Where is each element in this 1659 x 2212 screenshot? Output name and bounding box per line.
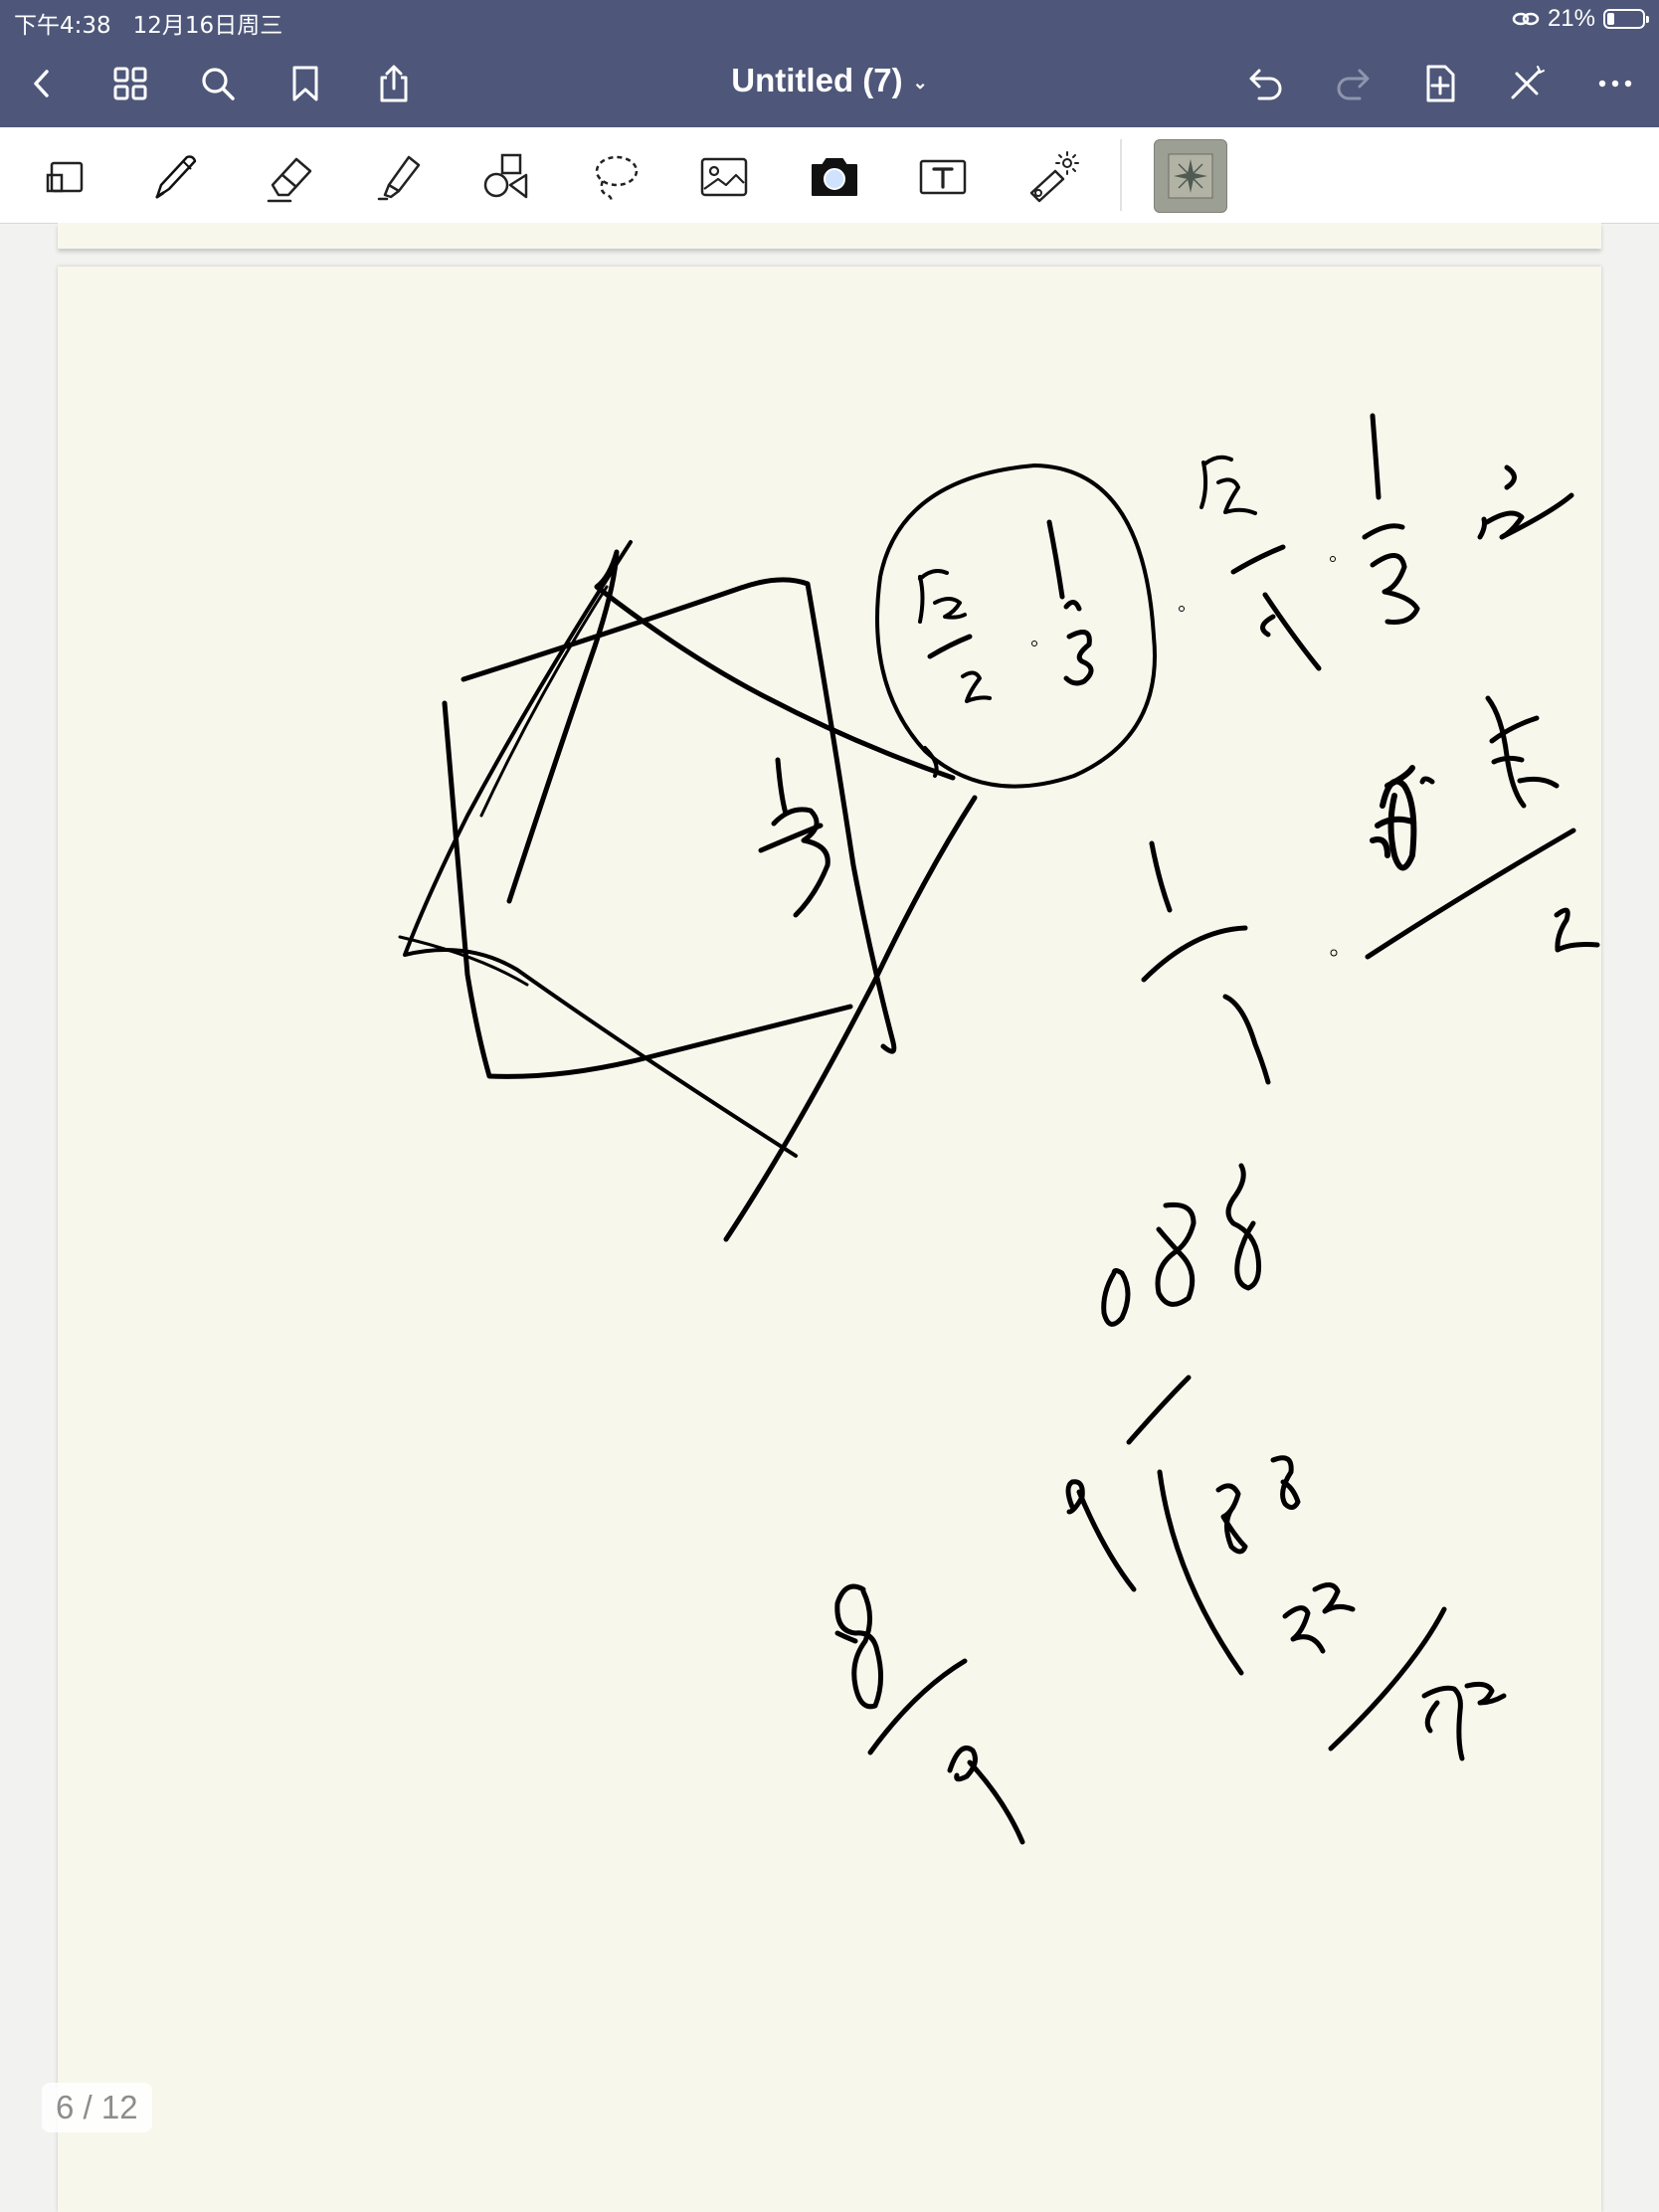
ink-stroke — [723, 795, 978, 1242]
ink-stroke — [867, 1658, 968, 1755]
ink-stroke — [461, 577, 897, 1054]
ink-stroke — [1063, 600, 1082, 612]
ink-stroke — [1063, 630, 1094, 686]
ink-stroke — [927, 634, 973, 659]
ink-stroke — [1370, 553, 1420, 625]
ink-stroke — [918, 569, 967, 624]
ink-stroke — [1282, 1582, 1356, 1654]
ink-stroke — [1270, 1455, 1301, 1510]
ink-stroke — [1155, 1201, 1197, 1307]
ink-stroke — [506, 549, 956, 904]
ink-stroke — [1365, 828, 1576, 960]
ink-stroke — [961, 670, 992, 703]
ink-stroke — [442, 700, 853, 1079]
ink-stroke — [1215, 1483, 1248, 1555]
ink-stroke — [834, 1583, 883, 1710]
ink-stroke — [1370, 765, 1417, 871]
ink-stroke — [1157, 1469, 1244, 1676]
ink-stroke — [1065, 1479, 1137, 1592]
ink-stroke — [1101, 1268, 1131, 1327]
ink-stroke — [1225, 1163, 1261, 1291]
ink-stroke — [1370, 413, 1382, 500]
ink-stroke — [947, 1746, 1025, 1845]
ink-stroke — [1199, 455, 1257, 515]
ink-stroke — [875, 463, 1157, 789]
ink-dot — [1031, 641, 1037, 646]
ink-stroke — [775, 757, 789, 817]
ink-stroke — [1046, 519, 1065, 600]
ink-dot — [1179, 606, 1185, 612]
ink-stroke — [1260, 592, 1322, 671]
ink-stroke — [1484, 492, 1574, 540]
ink-stroke — [479, 585, 609, 818]
ink-stroke — [1419, 776, 1435, 785]
ink-stroke — [1126, 1375, 1192, 1445]
ink-stroke — [1362, 523, 1405, 540]
ink-dot — [1330, 556, 1336, 562]
ink-stroke — [1421, 1685, 1465, 1761]
ink-stroke — [1230, 544, 1286, 575]
handwriting-canvas[interactable] — [0, 0, 1659, 2212]
ink-stroke — [1485, 695, 1560, 809]
ink-stroke — [1504, 464, 1517, 490]
ink-dot — [1330, 949, 1338, 957]
ink-stroke — [1222, 994, 1271, 1085]
ink-stroke — [1149, 840, 1173, 913]
ink-stroke — [1554, 907, 1600, 953]
page-indicator: 6 / 12 — [42, 2083, 152, 2132]
ink-stroke — [758, 823, 824, 853]
ink-stroke — [1477, 516, 1487, 540]
ink-stroke — [1464, 1681, 1507, 1706]
ink-stroke — [1141, 925, 1248, 983]
